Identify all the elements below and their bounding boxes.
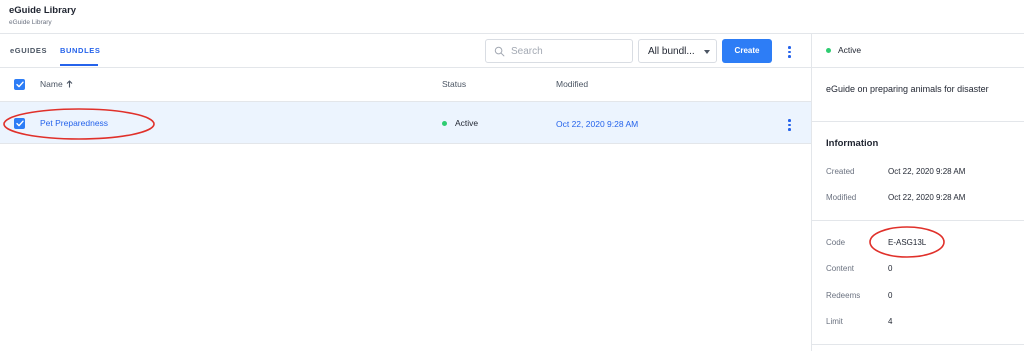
sort-arrow-up-icon[interactable] [66, 80, 73, 88]
content-label: Content [826, 264, 855, 273]
row-status: Active [455, 118, 479, 128]
code-label: Code [826, 238, 846, 247]
active-tab-indicator [60, 64, 98, 66]
create-button[interactable]: Create [722, 39, 772, 63]
modified-value: Oct 22, 2020 9:28 AM [888, 193, 966, 202]
divider [812, 220, 1024, 221]
content-value: 0 [888, 264, 893, 273]
details-panel: Active eGuide on preparing animals for d… [812, 34, 1024, 351]
row-modified-date: Oct 22, 2020 9:28 AM [556, 119, 639, 129]
column-header-modified[interactable]: Modified [556, 79, 588, 89]
search-input[interactable]: Search [485, 39, 633, 63]
status-dot-icon [442, 121, 447, 126]
limit-label: Limit [826, 317, 843, 326]
select-all-checkbox[interactable] [14, 79, 25, 90]
more-vertical-icon[interactable] [784, 44, 794, 60]
app-title: eGuide Library [9, 5, 77, 16]
tab-eguides[interactable]: eGUIDES [10, 46, 47, 55]
limit-value: 4 [888, 317, 893, 326]
modified-label: Modified [826, 193, 857, 202]
more-vertical-icon[interactable] [784, 117, 794, 133]
details-status: Active [838, 45, 862, 55]
divider [812, 344, 1024, 345]
tab-bundles[interactable]: BUNDLES [60, 46, 100, 55]
created-label: Created [826, 167, 855, 176]
search-placeholder: Search [511, 46, 543, 57]
status-dot-icon [826, 48, 831, 53]
divider [812, 121, 1024, 122]
redeems-label: Redeems [826, 291, 861, 300]
redeems-value: 0 [888, 291, 893, 300]
column-header-status[interactable]: Status [442, 79, 466, 89]
annotation-oval [869, 226, 945, 258]
search-icon [494, 46, 505, 57]
divider [812, 67, 1024, 68]
app-header: eGuide Library eGuide Library [0, 0, 1024, 34]
checkmark-icon [15, 81, 24, 88]
chevron-down-icon [704, 50, 710, 54]
bundle-list-pane: eGUIDES BUNDLES Search All bundl... Crea… [0, 34, 812, 351]
information-heading: Information [826, 138, 879, 149]
bundle-filter-select[interactable]: All bundl... [638, 39, 717, 63]
app-subtitle: eGuide Library [9, 19, 52, 26]
column-header-name[interactable]: Name [40, 79, 63, 89]
created-value: Oct 22, 2020 9:28 AM [888, 167, 966, 176]
table-header: Name Status Modified [0, 68, 812, 102]
filter-selected-value: All bundl... [648, 46, 695, 57]
annotation-oval [3, 108, 155, 140]
details-description: eGuide on preparing animals for disaster [826, 84, 989, 94]
toolbar: eGUIDES BUNDLES Search All bundl... Crea… [0, 34, 812, 68]
